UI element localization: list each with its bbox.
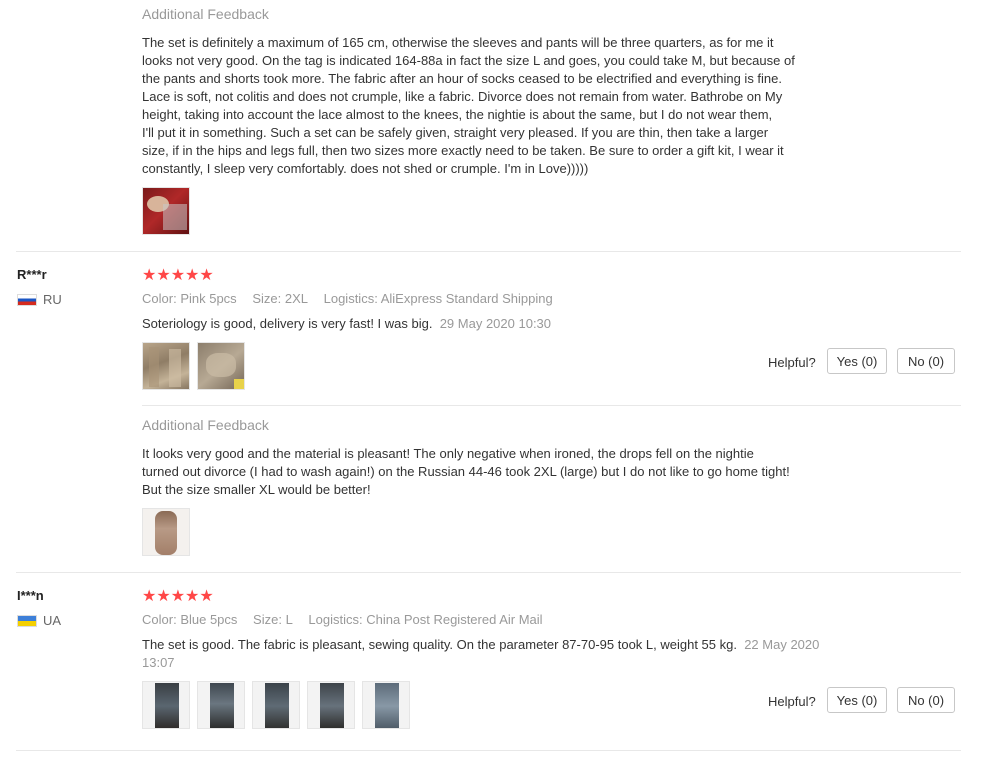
russia-flag-icon bbox=[17, 293, 37, 306]
reviewer-country: UA bbox=[17, 613, 61, 628]
feedback-divider bbox=[142, 405, 961, 406]
ukraine-flag-icon bbox=[17, 614, 37, 627]
review-photo-thumbnail[interactable] bbox=[307, 681, 355, 729]
review-divider bbox=[16, 572, 961, 573]
review-photo-thumbnail[interactable] bbox=[362, 681, 410, 729]
review-photo-thumbnail[interactable] bbox=[252, 681, 300, 729]
additional-feedback-text: The set is definitely a maximum of 165 c… bbox=[142, 35, 795, 176]
additional-feedback-title: Additional Feedback bbox=[142, 417, 269, 433]
helpful-yes-button[interactable]: Yes (0) bbox=[827, 687, 887, 713]
reviewer-name: R***r bbox=[17, 267, 47, 282]
review-photo-thumbnail[interactable] bbox=[142, 187, 190, 235]
review-date: 29 May 2020 10:30 bbox=[439, 316, 552, 331]
review-divider bbox=[16, 750, 961, 751]
order-details: Color: Blue 5pcs Size: L Logistics: Chin… bbox=[142, 612, 543, 627]
reviewer-name: I***n bbox=[17, 588, 44, 603]
star-rating: ★★★★★ bbox=[142, 267, 214, 284]
review-photo-thumbnail[interactable] bbox=[197, 342, 245, 390]
order-details: Color: Pink 5pcs Size: 2XL Logistics: Al… bbox=[142, 291, 553, 306]
review-text: Soteriology is good, delivery is very fa… bbox=[142, 316, 552, 331]
review-text: The set is good. The fabric is pleasant,… bbox=[142, 637, 820, 670]
review-photo-thumbnail[interactable] bbox=[197, 681, 245, 729]
helpful-label: Helpful? bbox=[768, 694, 816, 709]
review-date: 22 May 2020 bbox=[744, 637, 820, 652]
additional-feedback-title: Additional Feedback bbox=[142, 6, 269, 22]
review-divider bbox=[16, 251, 961, 252]
helpful-no-button[interactable]: No (0) bbox=[897, 348, 955, 374]
review-photo-thumbnail[interactable] bbox=[142, 342, 190, 390]
helpful-no-button[interactable]: No (0) bbox=[897, 687, 955, 713]
review-photo-thumbnail[interactable] bbox=[142, 508, 190, 556]
additional-feedback-text: It looks very good and the material is p… bbox=[142, 446, 790, 497]
helpful-label: Helpful? bbox=[768, 355, 816, 370]
review-photo-thumbnail[interactable] bbox=[142, 681, 190, 729]
review-time: 13:07 bbox=[142, 655, 175, 670]
star-rating: ★★★★★ bbox=[142, 588, 214, 605]
helpful-yes-button[interactable]: Yes (0) bbox=[827, 348, 887, 374]
reviewer-country: RU bbox=[17, 292, 62, 307]
